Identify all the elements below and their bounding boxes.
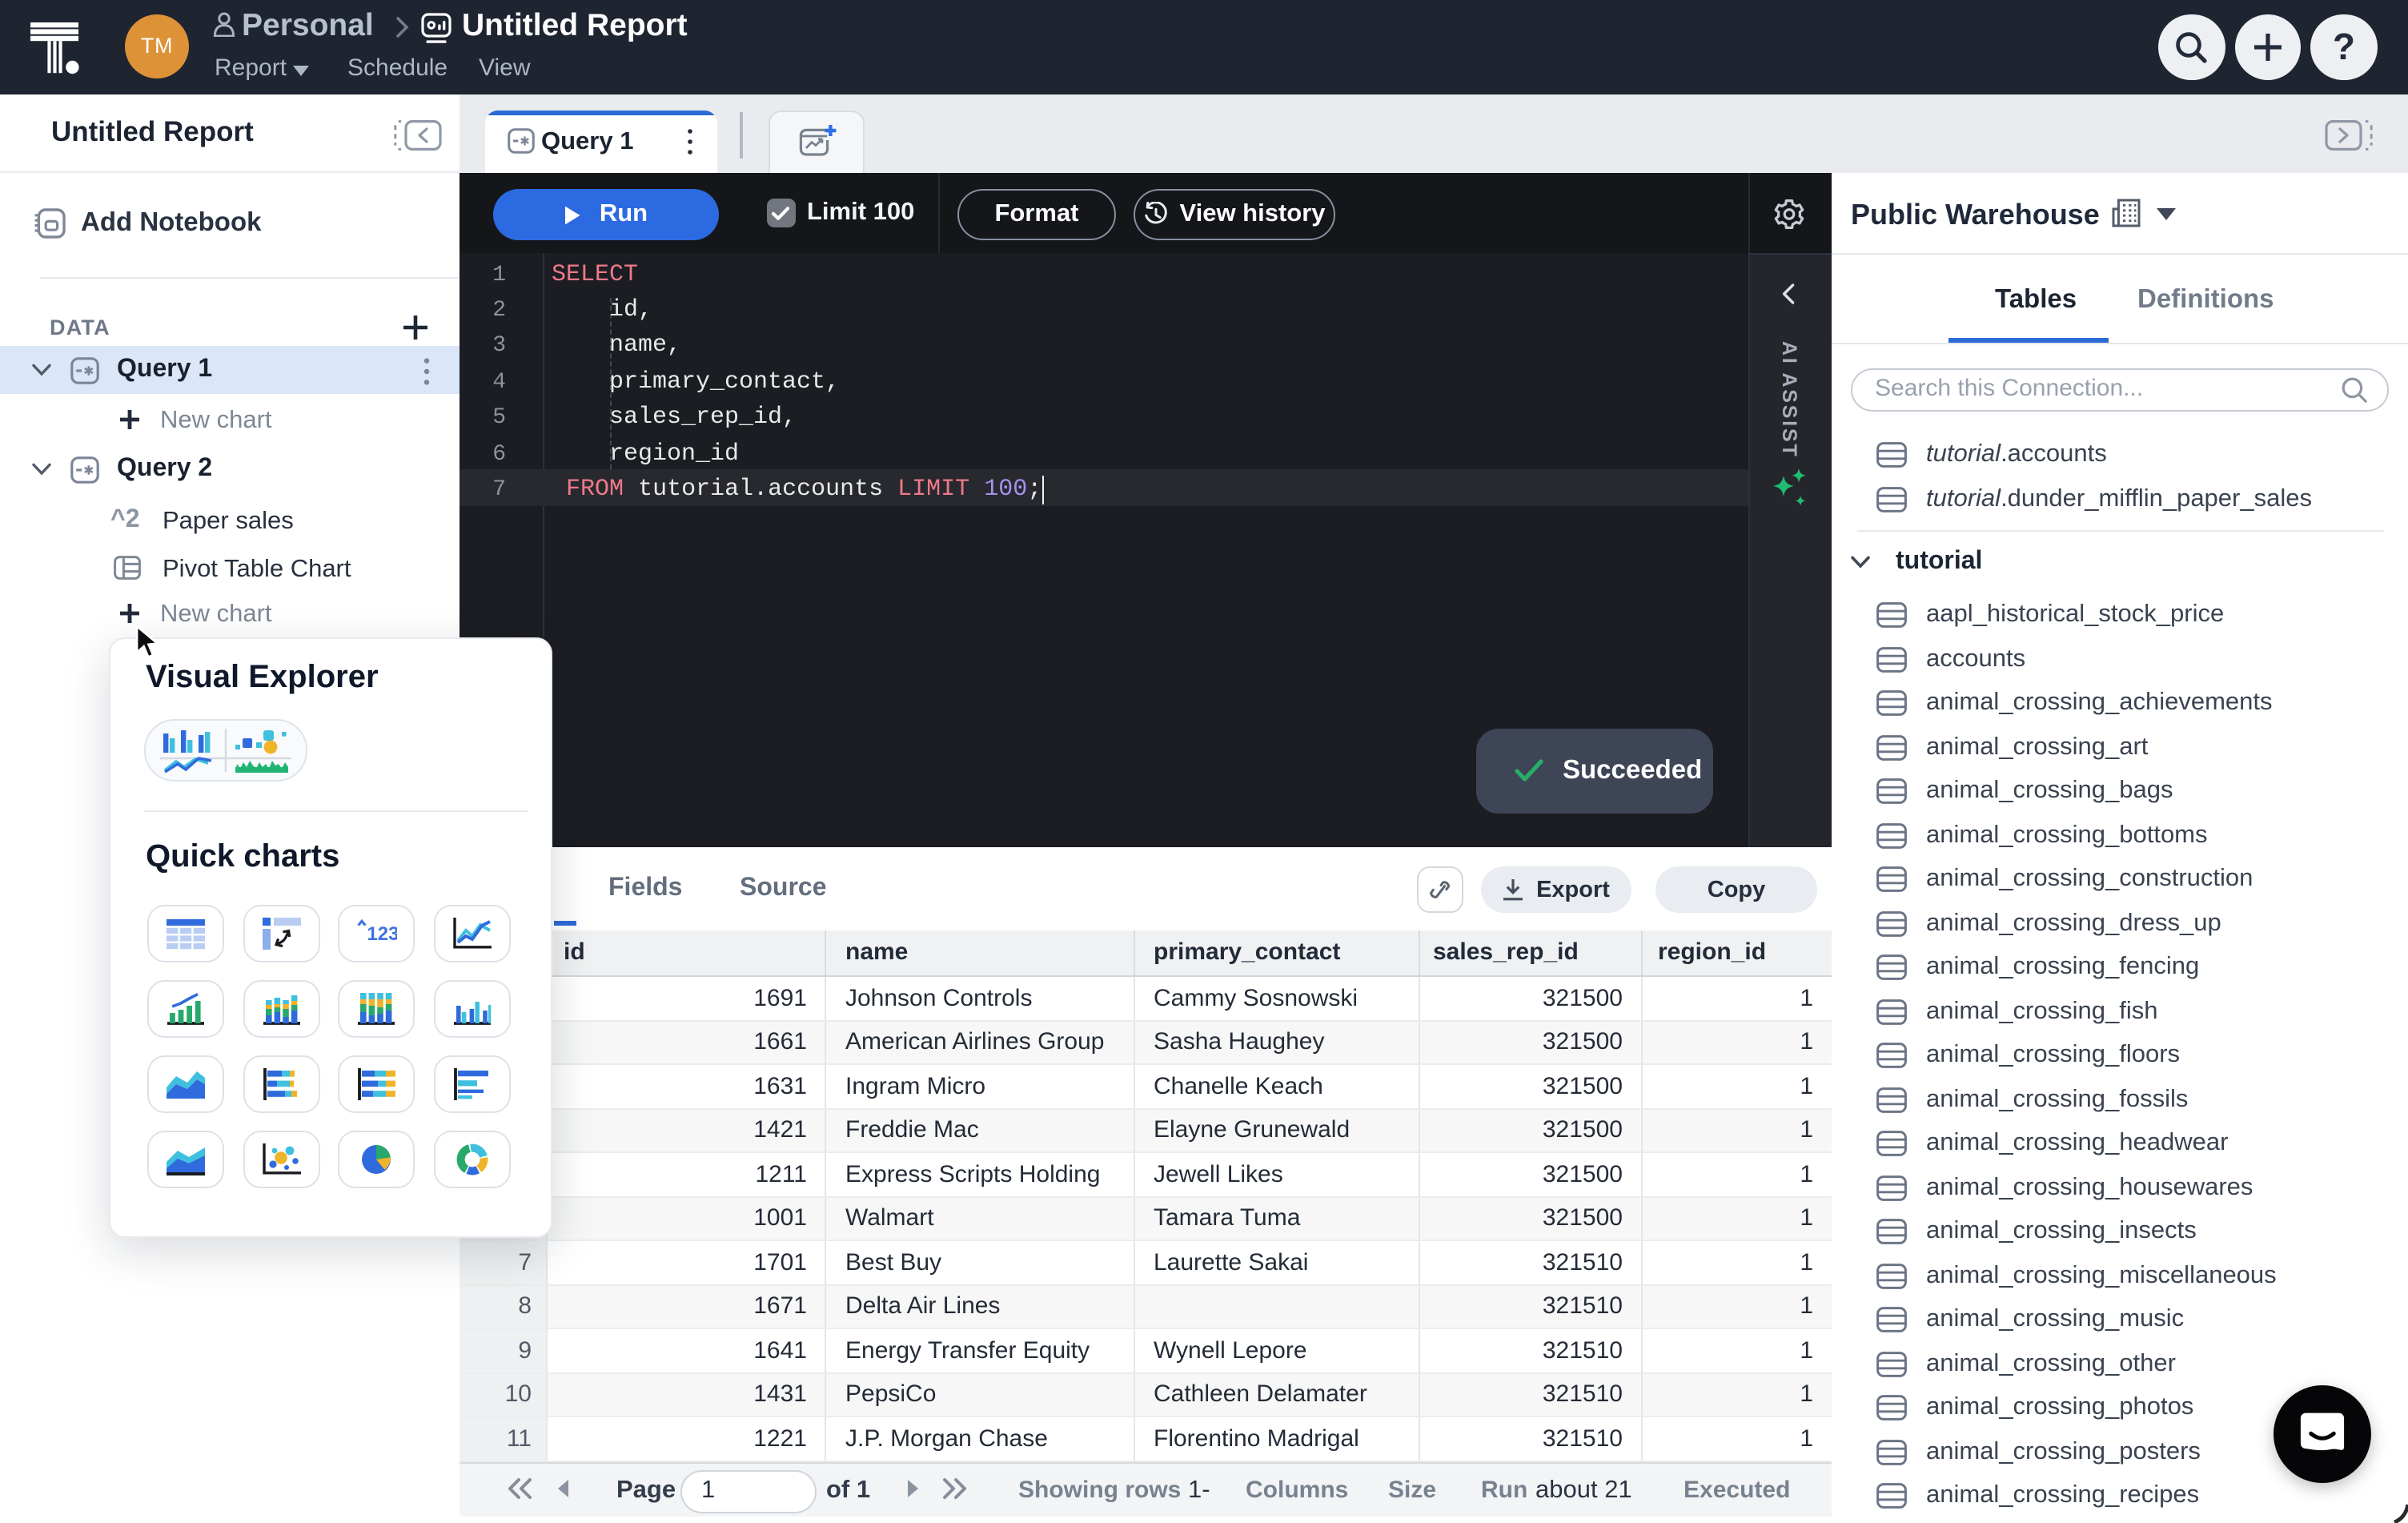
svg-text:123: 123 xyxy=(367,923,397,945)
